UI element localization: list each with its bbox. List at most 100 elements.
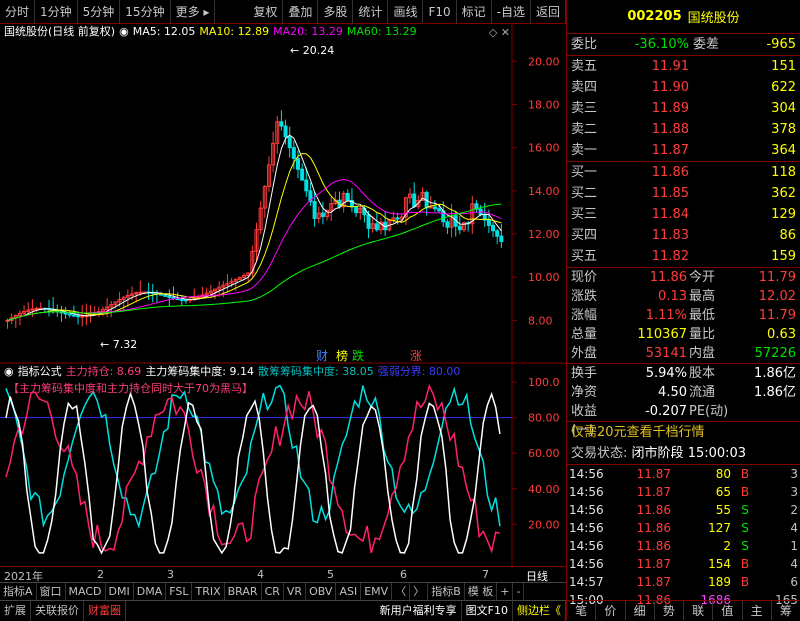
right-tabs: 笔价细势联值主筹 — [567, 600, 800, 620]
tick-list[interactable]: 14:56 11.87 80 B 3 14:56 11.87 65 B 3 14:56 11.86 55… — [567, 465, 800, 609]
sidebar-toggle[interactable]: 侧边栏《 — [513, 600, 566, 621]
right-tab[interactable]: 值 — [713, 601, 743, 620]
event-marker: 榜 — [336, 348, 348, 363]
tick-volume: 154 — [708, 557, 731, 571]
indicator-tab[interactable]: ASI — [336, 582, 362, 601]
price-tick-label: 16.00 — [528, 142, 560, 155]
indicator-tab[interactable]: 模 板 — [465, 582, 498, 601]
candle-body — [395, 217, 400, 220]
indicator-tab[interactable]: 指标A — [0, 582, 37, 601]
indicator-tab[interactable]: VR — [284, 582, 307, 601]
tool-button[interactable]: 画线 — [388, 0, 424, 24]
period-button[interactable]: 5分钟 — [78, 0, 121, 24]
candle-body — [163, 294, 168, 297]
stat-row: 现价 11.86 今开 11.79 — [567, 268, 800, 287]
indicator-tab[interactable]: DMI — [106, 582, 134, 601]
stat-label: 总量 — [571, 327, 598, 342]
tool-button[interactable]: 统计 — [353, 0, 389, 24]
indicator-tab[interactable]: EMV — [361, 582, 393, 601]
right-tab[interactable]: 价 — [596, 601, 626, 620]
tick-direction: B — [740, 557, 750, 571]
tool-button[interactable]: 标记 — [457, 0, 492, 24]
indicator-chart[interactable]: 100.0 80.00 60.00 40.00 20.00 ◉ 指标公式 主力持仓: 8… — [0, 364, 566, 568]
expand-button[interactable]: 扩展 — [0, 600, 31, 621]
ind-tick-label: 20.00 — [528, 518, 560, 531]
period-button[interactable]: 15分钟 — [120, 0, 171, 24]
candle-body — [300, 168, 305, 181]
right-tab[interactable]: 势 — [655, 601, 684, 620]
indicator-tab[interactable]: MACD — [66, 582, 106, 601]
stat-row: 外盘 53141 内盘 57226 — [567, 344, 800, 363]
candle-body — [495, 230, 500, 237]
right-tab[interactable]: 细 — [626, 601, 655, 620]
book-row: 卖一 11.87 364 — [567, 140, 800, 161]
candle-body — [486, 219, 491, 226]
price-tick-label: 10.00 — [528, 271, 560, 284]
book-row: 卖五 11.91 151 — [567, 56, 800, 77]
indicator-tab[interactable]: - — [513, 582, 525, 601]
stat-row: 总量 110367 量比 0.63 — [567, 325, 800, 344]
book-volume: 622 — [771, 80, 796, 95]
right-tab[interactable]: 筹 — [772, 601, 800, 620]
new-user-benefit-link[interactable]: 新用户福利专享 — [376, 600, 462, 621]
indicator-tab[interactable]: TRIX — [192, 582, 225, 601]
book-price: 11.89 — [651, 101, 689, 116]
indicator-tab[interactable]: + — [497, 582, 514, 601]
stat-value: 5.94% — [645, 366, 687, 381]
tool-button[interactable]: 多股 — [318, 0, 354, 24]
candle-body — [312, 201, 317, 219]
tick-direction: S — [741, 503, 749, 517]
kline-plot[interactable]: 20.00 18.00 16.00 14.00 12.00 10.00 8.00 ← 20.2… — [0, 24, 566, 364]
stat-label: 最高 — [689, 289, 716, 304]
tick-row: 14:56 11.87 65 B 3 — [567, 483, 800, 501]
related-quote-button[interactable]: 关联报价 — [31, 600, 84, 621]
tool-button[interactable]: 返回 — [531, 0, 566, 24]
period-button[interactable]: 更多 ▸ — [171, 0, 216, 24]
book-label: 买四 — [571, 228, 598, 243]
candle-body — [499, 235, 504, 243]
candle-body — [34, 307, 39, 310]
quote-stats: 现价 11.86 今开 11.79 涨跌 0.13 最高 12.02 涨幅 1.11% 最低 11.7… — [567, 268, 800, 363]
stat-value: 11.79 — [758, 270, 796, 285]
indicator-tab[interactable]: OBV — [306, 582, 337, 601]
indicator-tab[interactable]: 指标B — [428, 582, 465, 601]
indicator-tab[interactable]: 〉 — [410, 582, 429, 601]
book-label: 买三 — [571, 207, 598, 222]
tick-volume: 189 — [708, 575, 731, 589]
tool-button[interactable]: F10 — [423, 0, 457, 24]
stat-value: 0.63 — [767, 327, 796, 342]
tool-button[interactable]: 叠加 — [283, 0, 319, 24]
stat-value: 0.13 — [658, 289, 687, 304]
indicator-tab[interactable]: BRAR — [225, 582, 262, 601]
right-tab[interactable]: 主 — [743, 601, 772, 620]
wealth-circle-button[interactable]: 财富圈 — [84, 600, 126, 621]
indicator-tab[interactable]: 窗口 — [37, 582, 66, 601]
candle-body — [366, 214, 371, 229]
event-marker: 涨 — [410, 348, 422, 363]
tick-count: 4 — [790, 557, 798, 571]
promo-link[interactable]: 仅需20元查看千档行情 — [567, 422, 800, 443]
high-annotation: ← 20.24 — [290, 44, 334, 57]
right-tab[interactable]: 笔 — [567, 601, 597, 620]
indicator-tab[interactable]: FSL — [166, 582, 193, 601]
kline-chart[interactable]: 国统股份(日线 前复权) ◉ MA5: 12.05 MA10: 12.89 MA… — [0, 24, 566, 364]
tool-button[interactable]: -自选 — [492, 0, 531, 24]
month-label: 2 — [97, 568, 104, 581]
book-label: 卖四 — [571, 80, 598, 95]
indicator-tab[interactable]: CR — [262, 582, 284, 601]
tick-volume: 80 — [715, 467, 731, 481]
tick-row: 14:56 11.87 154 B 4 — [567, 555, 800, 573]
indicator-gear-icon[interactable]: ◉ — [4, 364, 14, 380]
indicator-tab[interactable]: DMA — [134, 582, 167, 601]
f10-button[interactable]: 图文F10 — [462, 600, 513, 621]
month-label: 5 — [327, 568, 334, 581]
right-tab[interactable]: 联 — [684, 601, 714, 620]
tick-count: 1 — [790, 539, 798, 553]
tool-button[interactable]: 复权 — [248, 0, 284, 24]
period-button[interactable]: 1分钟 — [35, 0, 78, 24]
indicator-tab[interactable]: 〈 — [392, 582, 411, 601]
period-button[interactable]: 分时 — [0, 0, 36, 24]
tick-count: 6 — [790, 575, 798, 589]
book-volume: 362 — [771, 186, 796, 201]
indicator-l4: 强弱分界: 80.00 — [377, 365, 461, 378]
